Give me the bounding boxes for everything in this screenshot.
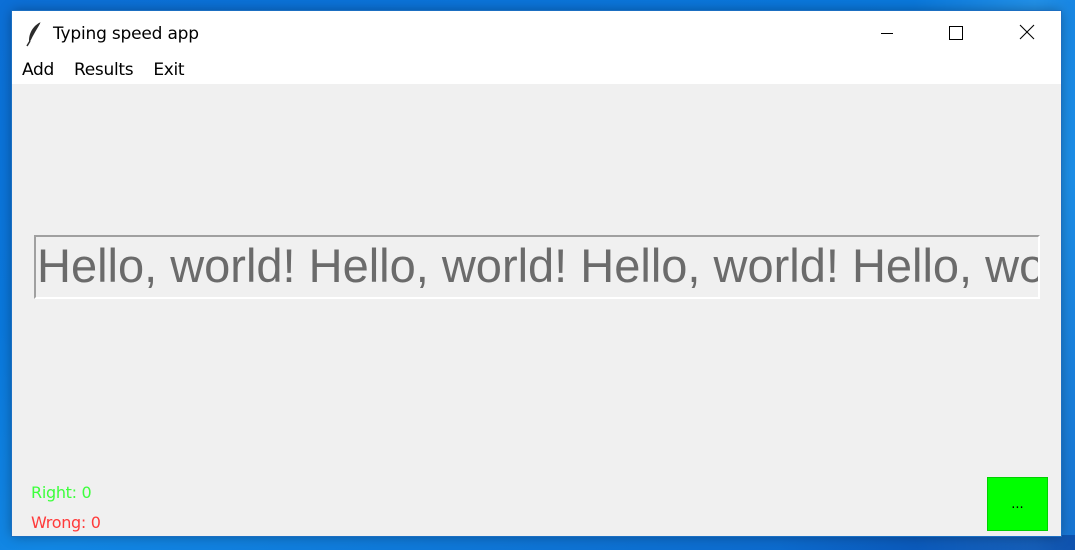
menu-bar: Add Results Exit	[12, 57, 1061, 84]
maximize-button[interactable]	[921, 11, 990, 57]
close-icon	[1019, 24, 1035, 44]
taskbar-edge	[780, 535, 1075, 550]
minimize-button[interactable]	[852, 11, 921, 57]
right-count-label: Right: 0	[31, 483, 92, 502]
feather-icon	[26, 21, 44, 47]
typing-text-display: Hello, world! Hello, world! Hello, world…	[34, 235, 1040, 299]
title-bar[interactable]: Typing speed app	[12, 11, 1061, 57]
close-button[interactable]	[992, 11, 1061, 57]
menu-results[interactable]: Results	[64, 57, 143, 84]
window-title: Typing speed app	[53, 24, 199, 44]
typing-text: Hello, world! Hello, world! Hello, world…	[37, 239, 1038, 292]
menu-add[interactable]: Add	[12, 57, 64, 84]
start-button[interactable]: ...	[987, 477, 1048, 531]
menu-exit[interactable]: Exit	[143, 57, 194, 84]
maximize-icon	[948, 25, 963, 44]
main-area: Hello, world! Hello, world! Hello, world…	[12, 84, 1061, 536]
minimize-icon	[880, 25, 894, 44]
wrong-count-label: Wrong: 0	[31, 513, 101, 532]
app-window: Typing speed app Add Results Exit Hello,…	[12, 11, 1061, 536]
